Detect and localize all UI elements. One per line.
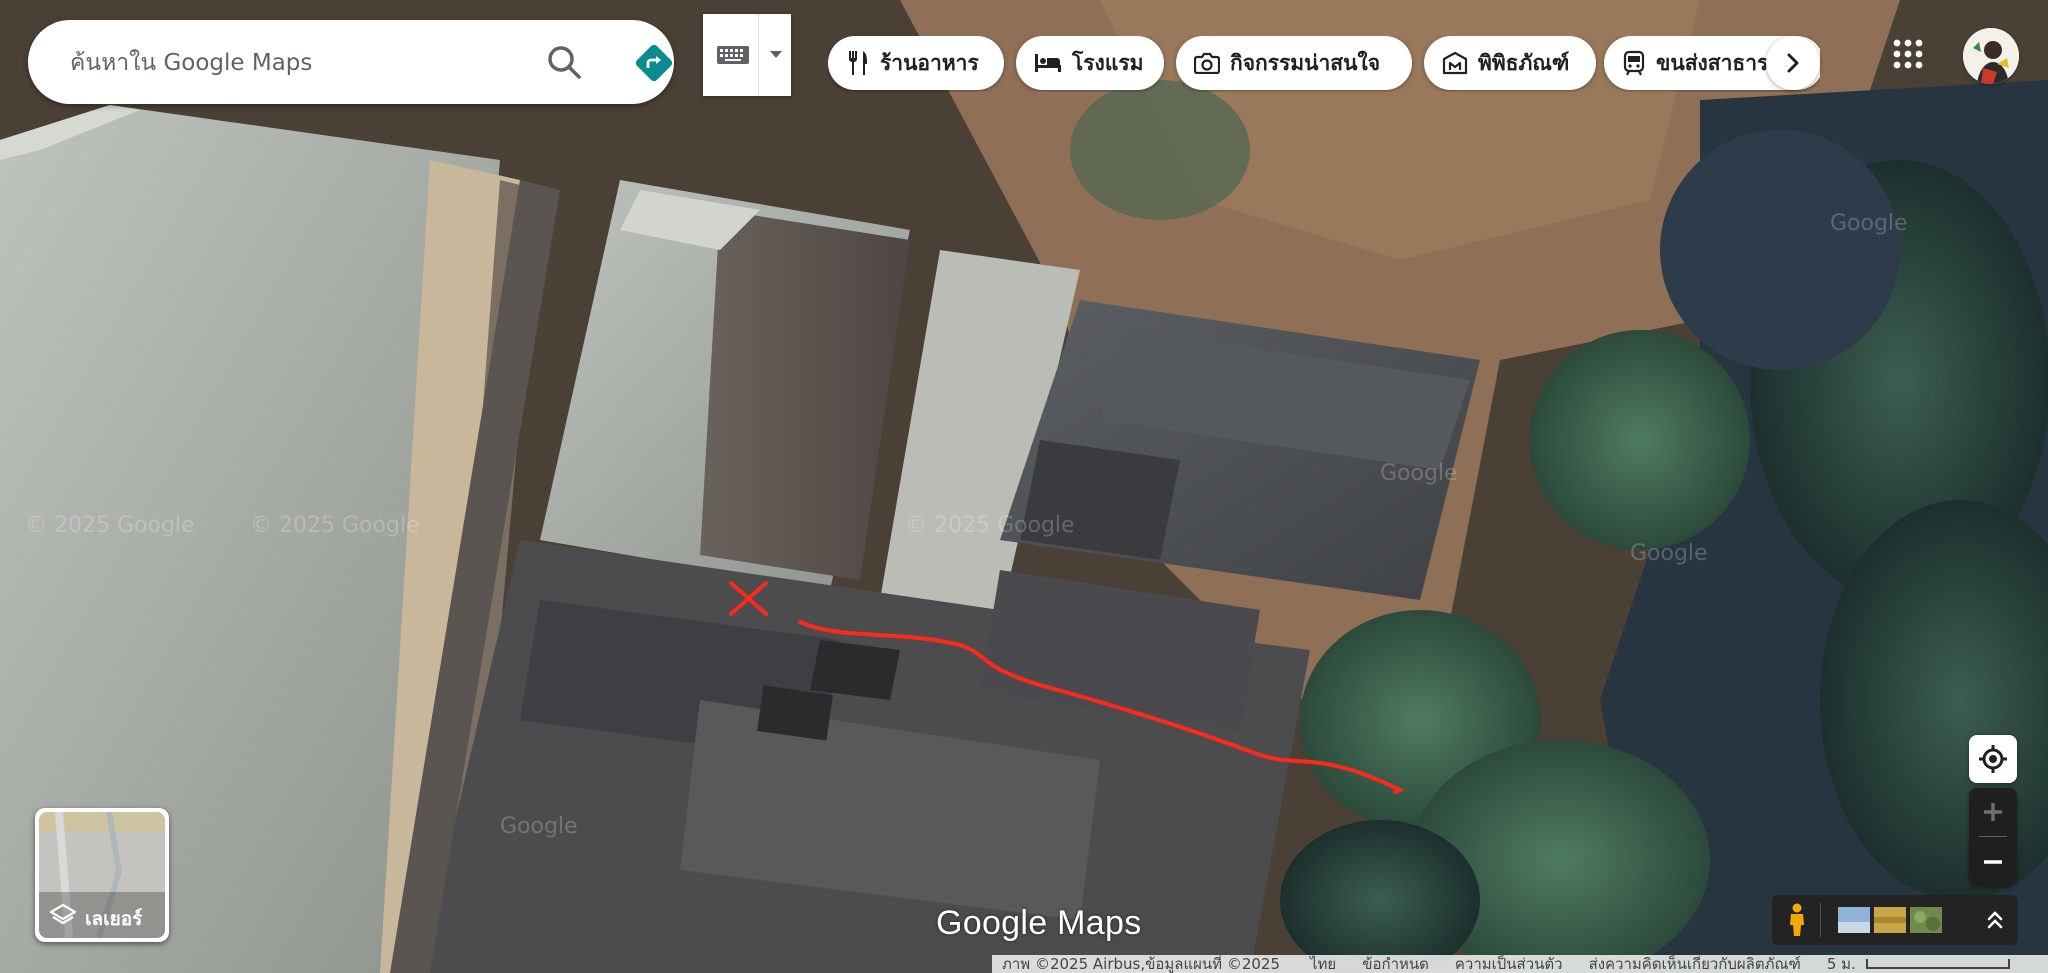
map-watermark: © 2025 Google [25,513,195,538]
my-location-button[interactable] [1969,735,2017,783]
zoom-in-button[interactable] [1969,788,2017,836]
imagery-tray [1772,895,2018,945]
scale-bar [1865,959,2010,969]
imagery-attribution: ภาพ ©2025 Airbus,ข้อมูลแผนที่ ©2025 [1002,955,1280,973]
map-watermark: © 2025 Google [250,513,420,538]
imagery-thumb-2[interactable] [1874,907,1906,933]
layers-icon [49,903,77,925]
keyboard-icon [717,46,749,64]
directions-icon[interactable] [631,40,677,86]
chip-label: กิจกรรมน่าสนใจ [1230,50,1381,75]
chevron-down-icon[interactable] [765,44,787,64]
divider [1979,836,2007,837]
satellite-map[interactable]: © 2025 Google © 2025 Google © 2025 Googl… [0,0,2048,973]
museum-icon [1442,51,1468,75]
input-tools-button[interactable] [703,14,791,96]
chip-label: พิพิธภัณฑ์ [1478,50,1570,75]
chip-restaurants[interactable]: ร้านอาหาร [828,36,1004,90]
expand-up-icon[interactable] [1980,905,2010,935]
divider [758,14,759,96]
language-link[interactable]: ไทย [1310,955,1336,973]
layers-button[interactable]: เลเยอร์ [35,808,169,942]
scale-label[interactable]: 5 ม. [1827,955,1856,973]
my-location-icon [1979,745,2007,773]
search-box[interactable] [28,20,674,104]
chip-hotels[interactable]: โรงแรม [1016,36,1164,90]
transit-icon [1623,50,1645,76]
restaurant-icon [849,51,867,75]
chevron-right-icon [1787,53,1799,73]
feedback-link[interactable]: ส่งความคิดเห็นเกี่ยวกับผลิตภัณฑ์ [1589,955,1801,973]
hotel-icon [1035,54,1061,72]
search-icon[interactable] [542,40,588,86]
camera-icon [1194,52,1220,74]
map-watermark: Google [1380,461,1458,486]
pegman-icon[interactable] [1784,903,1810,937]
layers-label: เลเยอร์ [85,908,143,930]
map-watermark: Google [1830,211,1908,236]
privacy-link[interactable]: ความเป็นส่วนตัว [1455,955,1563,973]
google-apps-icon[interactable] [1892,38,1924,70]
account-avatar[interactable] [1963,28,2019,84]
avatar-image [1963,28,2019,84]
zoom-out-button[interactable] [1969,838,2017,886]
imagery-thumb-3[interactable] [1910,907,1942,933]
imagery-thumb-1[interactable] [1838,907,1870,933]
search-input[interactable] [68,38,532,88]
google-maps-logo: Google Maps [936,904,1142,942]
chip-label: ร้านอาหาร [880,50,979,75]
map-watermark: Google [1630,541,1708,566]
chip-label: โรงแรม [1072,50,1144,75]
category-chips: ร้านอาหาร โรงแรม กิจกรรมน่าสนใจ พิพิธภัณ… [828,36,1820,92]
divider [1820,903,1821,937]
zoom-controls [1969,788,2017,886]
map-watermark: © 2025 Google [905,513,1075,538]
footer-bar: ภาพ ©2025 Airbus,ข้อมูลแผนที่ ©2025 ไทย … [992,955,2048,973]
chips-scroll-next-button[interactable] [1766,36,1820,90]
chip-things-to-do[interactable]: กิจกรรมน่าสนใจ [1176,36,1412,90]
chip-museums[interactable]: พิพิธภัณฑ์ [1424,36,1596,90]
map-watermark: Google [500,814,578,839]
terms-link[interactable]: ข้อกำหนด [1362,955,1429,973]
